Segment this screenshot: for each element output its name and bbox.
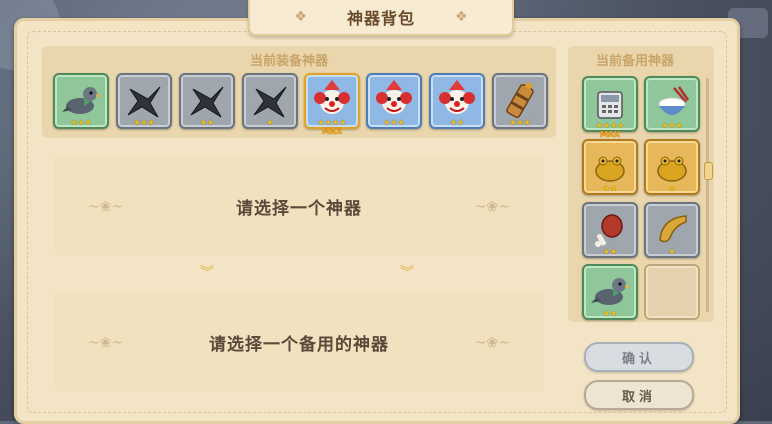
shuriken-icon	[127, 86, 161, 118]
bamboo-tube-icon	[506, 82, 534, 119]
equipped-slot-3[interactable]: ★★	[179, 73, 235, 129]
swirl-ornament-icon: ~❀~	[474, 335, 510, 351]
select-backup-artifact-prompt: 请选择一个备用的神器	[209, 334, 389, 355]
star-rating: ★★	[449, 118, 465, 127]
pigeon-icon	[62, 87, 102, 114]
select-artifact-prompt: 请选择一个神器	[236, 198, 362, 219]
title-tab: ❖ 神器背包 ❖	[248, 0, 514, 36]
clown-icon	[314, 80, 350, 114]
star-rating: ★	[668, 184, 676, 193]
swirl-ornament-icon: ~❀~	[88, 335, 124, 351]
golden-toad-icon	[595, 156, 625, 182]
equipped-slot-6[interactable]: ★★★	[366, 73, 422, 129]
star-rating: ★★★★	[317, 118, 347, 127]
backup-slot-2[interactable]: ★★★	[644, 76, 700, 132]
pigeon-icon	[591, 278, 631, 305]
equipped-slot-5[interactable]: ★★★★ MAX	[304, 73, 360, 136]
chevron-down-icon: ︾	[400, 265, 414, 281]
max-badge: MAX	[599, 130, 621, 139]
swirl-ornament-icon: ~❀~	[474, 199, 510, 215]
star-rating: ★★★	[509, 118, 531, 127]
shuriken-icon	[190, 86, 224, 118]
title-ornament-right-icon: ❖	[455, 9, 468, 25]
backup-slot-7[interactable]: ★★	[582, 264, 638, 320]
equipped-slot-4[interactable]: ★	[242, 73, 298, 129]
star-rating: ★★★★	[595, 121, 625, 130]
chevron-down-icon: ︾	[200, 265, 214, 281]
backup-slot-1[interactable]: ★★★★ MAX	[582, 76, 638, 139]
star-rating: ★★★	[70, 118, 92, 127]
star-rating: ★★	[602, 184, 618, 193]
equipped-label: 当前装备神器	[250, 54, 329, 69]
select-artifact-area[interactable]: ~❀~ 请选择一个神器 ~❀~	[54, 156, 544, 256]
max-badge: MAX	[321, 127, 343, 136]
cancel-button[interactable]: 取消	[584, 380, 694, 410]
backup-slot-3[interactable]: ★★	[582, 139, 638, 195]
star-rating: ★	[266, 118, 274, 127]
clown-icon	[439, 80, 475, 114]
star-rating: ★★★	[133, 118, 155, 127]
equipped-slot-2[interactable]: ★★★	[116, 73, 172, 129]
select-backup-artifact-area[interactable]: ~❀~ 请选择一个备用的神器 ~❀~	[54, 292, 544, 392]
equipped-slot-8[interactable]: ★★★	[492, 73, 548, 129]
page-title: 神器背包	[346, 9, 415, 28]
title-ornament-left-icon: ❖	[294, 9, 307, 25]
star-rating: ★★	[199, 118, 215, 127]
backup-slot-4[interactable]: ★	[644, 139, 700, 195]
golden-toad-icon	[657, 156, 687, 182]
star-rating: ★★★	[661, 121, 683, 130]
croissant-icon	[659, 215, 687, 243]
shuriken-icon	[253, 86, 287, 118]
backup-slot-8-empty[interactable]	[644, 264, 700, 320]
star-rating: ★	[668, 247, 676, 256]
swirl-ornament-icon: ~❀~	[88, 199, 124, 215]
confirm-button[interactable]: 确认	[584, 342, 694, 372]
backup-slot-6[interactable]: ★	[644, 202, 700, 258]
star-rating: ★★★	[383, 118, 405, 127]
meat-icon	[595, 214, 623, 247]
backup-scrollbar[interactable]	[706, 78, 709, 312]
backup-scrollbar-thumb[interactable]	[704, 162, 713, 180]
star-rating: ★★	[602, 247, 618, 256]
star-rating: ★★	[602, 309, 618, 318]
backup-label: 当前备用神器	[596, 54, 675, 69]
equipped-slot-7[interactable]: ★★	[429, 73, 485, 129]
phone-icon	[597, 91, 623, 119]
rice-bowl-icon	[658, 86, 690, 115]
equipped-slot-1[interactable]: ★★★	[53, 73, 109, 129]
clown-icon	[376, 80, 412, 114]
backup-slot-5[interactable]: ★★	[582, 202, 638, 258]
